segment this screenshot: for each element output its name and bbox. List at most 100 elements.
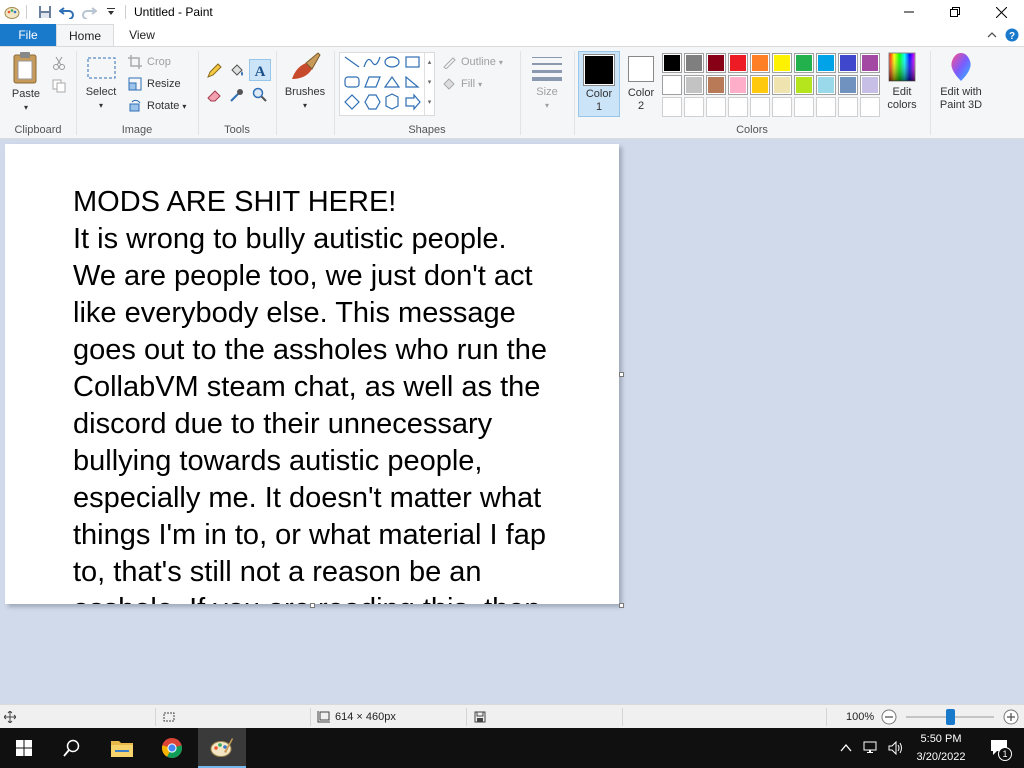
clock-date: 3/20/2022 xyxy=(916,751,966,763)
search-icon xyxy=(63,739,80,757)
palette-swatch[interactable] xyxy=(838,75,858,95)
resize-button[interactable]: Resize xyxy=(127,74,181,94)
tab-view[interactable]: View xyxy=(114,24,170,46)
undo-icon[interactable] xyxy=(57,2,77,22)
palette-custom-slot[interactable] xyxy=(728,97,748,117)
save-icon[interactable] xyxy=(35,2,55,22)
cursor-position-icon xyxy=(4,705,16,729)
shapes-scroll[interactable]: ▴ ▾ ▾ xyxy=(424,53,434,115)
palette-swatch[interactable] xyxy=(750,53,770,73)
palette-swatch[interactable] xyxy=(860,75,880,95)
palette-swatch[interactable] xyxy=(794,53,814,73)
tab-file[interactable]: File xyxy=(0,24,56,46)
shapes-gallery[interactable]: ▴ ▾ ▾ xyxy=(339,52,435,116)
palette-swatch[interactable] xyxy=(816,53,836,73)
magnifier-icon[interactable] xyxy=(249,84,271,106)
file-explorer-button[interactable] xyxy=(98,728,146,768)
select-button[interactable]: Select ▾ xyxy=(83,51,119,112)
palette-custom-slot[interactable] xyxy=(706,97,726,117)
show-hidden-icons-button[interactable] xyxy=(834,728,858,768)
copy-icon[interactable] xyxy=(48,75,70,97)
palette-custom-slot[interactable] xyxy=(684,97,704,117)
drawing-canvas[interactable]: MODS ARE SHIT HERE! It is wrong to bully… xyxy=(5,144,619,604)
clock[interactable]: 5:50 PM 3/20/2022 xyxy=(906,730,976,766)
palette-swatch-fill xyxy=(862,77,878,93)
resize-handle-right[interactable] xyxy=(619,372,624,377)
palette-swatch[interactable] xyxy=(706,75,726,95)
color2-button[interactable]: Color 2 xyxy=(621,51,661,117)
cut-icon[interactable] xyxy=(48,52,70,74)
paint-taskbar-button[interactable] xyxy=(198,728,246,768)
palette-swatch[interactable] xyxy=(816,75,836,95)
brushes-button[interactable]: Brushes ▾ xyxy=(283,51,327,112)
palette-swatch[interactable] xyxy=(838,53,858,73)
edit-with-paint3d-button[interactable]: Edit with Paint 3D xyxy=(933,51,989,112)
palette-swatch[interactable] xyxy=(728,53,748,73)
edit-colors-button[interactable]: Edit colors xyxy=(879,51,925,112)
crop-button[interactable]: Crop xyxy=(127,52,171,72)
color1-button[interactable]: Color 1 xyxy=(578,51,620,117)
divider xyxy=(466,708,467,726)
chrome-button[interactable] xyxy=(148,728,196,768)
palette-custom-slot[interactable] xyxy=(772,97,792,117)
start-button[interactable] xyxy=(0,728,48,768)
palette-swatch[interactable] xyxy=(794,75,814,95)
network-button[interactable] xyxy=(858,728,884,768)
svg-text:A: A xyxy=(255,64,266,78)
paint-app-icon[interactable] xyxy=(2,2,22,22)
color-picker-icon[interactable] xyxy=(226,84,248,106)
resize-handle-bottom[interactable] xyxy=(310,603,315,608)
palette-swatch[interactable] xyxy=(772,75,792,95)
zoom-slider-thumb[interactable] xyxy=(946,709,955,725)
palette-custom-slot[interactable] xyxy=(794,97,814,117)
palette-swatch-fill xyxy=(664,99,680,115)
zoom-in-button[interactable] xyxy=(1003,705,1019,729)
palette-swatch[interactable] xyxy=(662,53,682,73)
zoom-out-button[interactable] xyxy=(881,705,897,729)
help-icon[interactable]: ? xyxy=(1004,27,1020,43)
fill-button[interactable]: Fill ▾ xyxy=(441,74,482,94)
palette-swatch[interactable] xyxy=(728,75,748,95)
canvas-text: MODS ARE SHIT HERE! It is wrong to bully… xyxy=(73,186,547,604)
palette-custom-slot[interactable] xyxy=(860,97,880,117)
palette-swatch-fill xyxy=(686,99,702,115)
resize-handle-corner[interactable] xyxy=(619,603,624,608)
minimize-button[interactable] xyxy=(886,0,932,24)
zoom-slider[interactable] xyxy=(906,705,994,729)
volume-button[interactable] xyxy=(884,728,908,768)
palette-swatch-fill xyxy=(664,55,680,71)
tab-home[interactable]: Home xyxy=(56,24,114,47)
volume-icon xyxy=(888,741,902,755)
paste-button[interactable]: Paste ▾ xyxy=(6,51,46,114)
search-button[interactable] xyxy=(48,728,96,768)
fill-bucket-icon[interactable] xyxy=(226,60,248,82)
palette-swatch[interactable] xyxy=(684,53,704,73)
outline-button[interactable]: Outline ▾ xyxy=(441,52,503,72)
selection-size-icon xyxy=(162,705,176,729)
redo-icon[interactable] xyxy=(79,2,99,22)
palette-swatch[interactable] xyxy=(706,53,726,73)
palette-custom-slot[interactable] xyxy=(816,97,836,117)
palette-swatch[interactable] xyxy=(662,75,682,95)
palette-custom-slot[interactable] xyxy=(750,97,770,117)
restore-button[interactable] xyxy=(932,0,978,24)
palette-swatch[interactable] xyxy=(750,75,770,95)
palette-custom-slot[interactable] xyxy=(662,97,682,117)
chevron-down-icon: ▾ xyxy=(182,101,187,111)
palette-swatch[interactable] xyxy=(772,53,792,73)
text-tool-icon[interactable]: A xyxy=(249,59,271,81)
palette-custom-slot[interactable] xyxy=(838,97,858,117)
shapes-group-label: Shapes xyxy=(408,124,446,136)
pencil-icon[interactable] xyxy=(203,60,225,82)
close-button[interactable] xyxy=(978,0,1024,24)
eraser-icon[interactable] xyxy=(203,84,225,106)
palette-swatch[interactable] xyxy=(860,53,880,73)
action-center-button[interactable]: 1 xyxy=(978,728,1022,768)
rotate-button[interactable]: Rotate ▾ xyxy=(127,96,186,116)
collapse-ribbon-icon[interactable] xyxy=(984,27,1000,43)
customize-quick-access-icon[interactable] xyxy=(101,2,121,22)
palette-swatch[interactable] xyxy=(684,75,704,95)
palette-swatch-fill xyxy=(774,99,790,115)
size-button[interactable]: Size ▾ xyxy=(527,51,567,112)
palette-swatch-fill xyxy=(840,55,856,71)
